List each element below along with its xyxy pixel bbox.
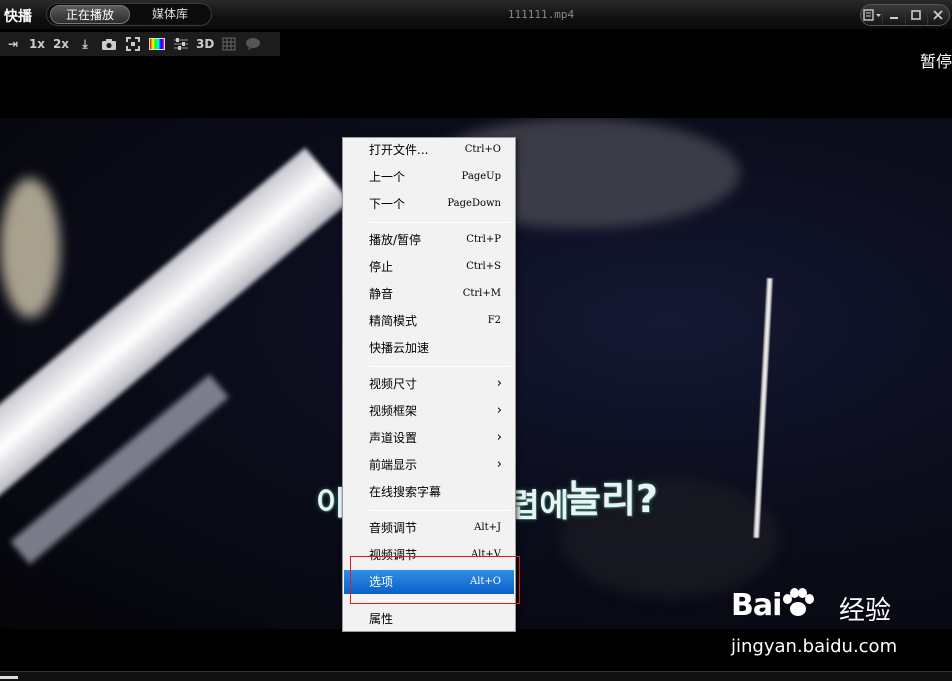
comment-icon[interactable] — [244, 34, 262, 54]
3d-toggle[interactable]: 3D — [196, 34, 214, 54]
menu-item-always-on-top[interactable]: 前端显示 › — [344, 453, 514, 477]
menu-item-audio-adjust[interactable]: 音频调节 Alt+J — [344, 516, 514, 540]
fullscreen-icon[interactable] — [124, 34, 142, 54]
video-hand-blob — [0, 178, 60, 318]
menu-item-compact-mode[interactable]: 精简模式 F2 — [344, 309, 514, 333]
window-controls — [860, 4, 950, 26]
chevron-right-icon: › — [496, 430, 502, 445]
chevron-right-icon: › — [496, 403, 502, 418]
menu-item-search-subtitles[interactable]: 在线搜索字幕 — [344, 480, 514, 504]
menu-item-next[interactable]: 下一个 PageDown — [344, 192, 514, 216]
player-toolbar: ⇥ 1x 2x ⤓ 3D — [0, 32, 280, 56]
camera-icon[interactable] — [100, 34, 118, 54]
seek-progress — [0, 676, 18, 679]
window-title: 111111.mp4 — [507, 8, 575, 21]
subtitle-right: 놀리? — [566, 477, 658, 521]
sync-icon[interactable]: ⇥ — [4, 34, 22, 54]
menu-item-stop[interactable]: 停止 Ctrl+S — [344, 255, 514, 279]
mosaic-icon[interactable] — [220, 34, 238, 54]
seek-bar[interactable] — [0, 671, 952, 681]
menu-item-mute[interactable]: 静音 Ctrl+M — [344, 282, 514, 306]
download-icon[interactable]: ⤓ — [76, 34, 94, 54]
settings-sliders-icon[interactable] — [172, 34, 190, 54]
pause-status: 暂停 — [919, 52, 952, 71]
close-icon[interactable] — [926, 5, 949, 25]
menu-item-video-size[interactable]: 视频尺寸 › — [344, 372, 514, 396]
menu-separator — [369, 366, 511, 367]
speed-2x-button[interactable]: 2x — [52, 34, 70, 54]
subtitle-mid: 렵에 — [510, 486, 569, 524]
maximize-icon[interactable] — [904, 5, 927, 25]
menu-layout-icon[interactable] — [861, 5, 882, 25]
menu-item-properties[interactable]: 属性 — [344, 607, 514, 631]
speed-1x-button[interactable]: 1x — [28, 34, 46, 54]
watermark-brand-left: Bai — [731, 588, 782, 623]
chevron-right-icon: › — [496, 457, 502, 472]
menu-item-open-file[interactable]: 打开文件... Ctrl+O — [344, 138, 514, 162]
menu-item-cloud-accel[interactable]: 快播云加速 — [344, 336, 514, 360]
menu-item-previous[interactable]: 上一个 PageUp — [344, 165, 514, 189]
watermark-brand-right: 经验 — [839, 596, 892, 626]
menu-separator — [369, 510, 511, 511]
color-icon[interactable] — [148, 34, 166, 54]
chevron-right-icon: › — [496, 376, 502, 391]
minimize-icon[interactable] — [882, 5, 904, 25]
annotation-highlight-box — [350, 556, 520, 604]
menu-item-audio-channel[interactable]: 声道设置 › — [344, 426, 514, 450]
menu-item-play-pause[interactable]: 播放/暂停 Ctrl+P — [344, 228, 514, 252]
menu-separator — [369, 222, 511, 223]
watermark-url: jingyan.baidu.com — [731, 636, 898, 657]
baidu-jingyan-watermark: Bai 经验 jingyan.baidu.com — [731, 588, 951, 658]
video-light-pole — [753, 278, 773, 538]
title-bar: 快播 正在播放 媒体库 111111.mp4 — [0, 0, 952, 30]
menu-item-video-frame[interactable]: 视频框架 › — [344, 399, 514, 423]
baidu-paw-icon — [783, 588, 814, 618]
